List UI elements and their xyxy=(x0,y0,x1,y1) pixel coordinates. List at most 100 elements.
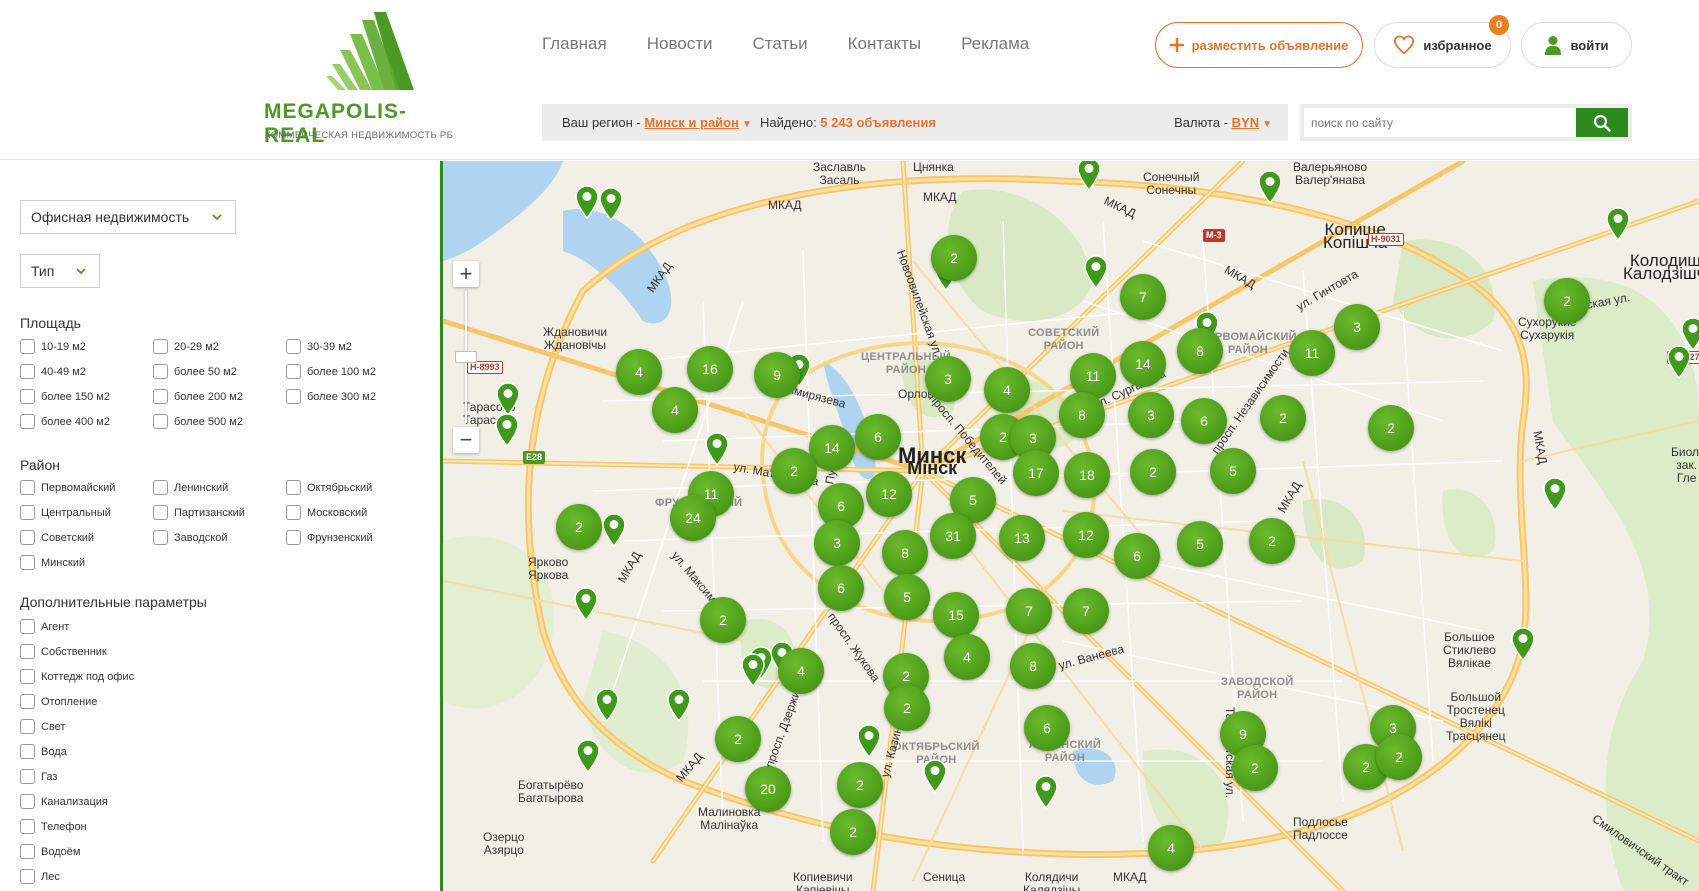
listing-cluster[interactable]: 2 xyxy=(1544,278,1590,324)
listing-cluster[interactable]: 14 xyxy=(1120,341,1166,387)
listing-cluster[interactable]: 15 xyxy=(933,592,979,638)
map-pin-icon[interactable] xyxy=(1084,255,1108,290)
nav-home[interactable]: Главная xyxy=(542,34,607,54)
checkbox[interactable] xyxy=(153,505,168,520)
checkbox[interactable] xyxy=(20,694,35,709)
district-option[interactable]: Советский xyxy=(20,530,94,545)
checkbox[interactable] xyxy=(20,505,35,520)
checkbox[interactable] xyxy=(153,414,168,429)
post-ad-button[interactable]: разместить объявление xyxy=(1155,22,1363,68)
login-button[interactable]: войти xyxy=(1521,22,1632,68)
checkbox[interactable] xyxy=(20,364,35,379)
listings-map[interactable]: МКАД МКАД МКАД МКАД МКАД МКАД МКАД МКАД МКАД МКАД… xyxy=(443,161,1699,891)
district-option[interactable]: Партизанский xyxy=(153,505,245,520)
listing-cluster[interactable]: 6 xyxy=(1181,398,1227,444)
listing-cluster[interactable]: 5 xyxy=(1210,448,1256,494)
district-option[interactable]: Заводской xyxy=(153,530,227,545)
area-option[interactable]: 20-29 м2 xyxy=(153,339,219,354)
listing-cluster[interactable]: 2 xyxy=(700,597,746,643)
listing-cluster[interactable]: 2 xyxy=(884,685,930,731)
area-option[interactable]: 40-49 м2 xyxy=(20,364,86,379)
listing-cluster[interactable]: 2 xyxy=(931,235,977,281)
nav-contacts[interactable]: Контакты xyxy=(848,34,921,54)
listing-cluster[interactable]: 6 xyxy=(818,565,864,611)
extra-option[interactable]: Телефон xyxy=(20,819,87,834)
map-pin-icon[interactable] xyxy=(923,759,947,794)
currency-selector[interactable]: Валюта - BYN ▼ xyxy=(1174,115,1272,130)
listing-cluster[interactable]: 5 xyxy=(884,574,930,620)
listing-cluster[interactable]: 12 xyxy=(1063,512,1109,558)
listing-cluster[interactable]: 20 xyxy=(745,766,791,812)
listing-cluster[interactable]: 2 xyxy=(1368,405,1414,451)
checkbox[interactable] xyxy=(20,480,35,495)
listing-cluster[interactable]: 2 xyxy=(837,762,883,808)
map-pin-icon[interactable] xyxy=(576,739,600,774)
checkbox[interactable] xyxy=(20,744,35,759)
listing-cluster[interactable]: 4 xyxy=(944,634,990,680)
checkbox[interactable] xyxy=(20,719,35,734)
map-pin-icon[interactable] xyxy=(1511,627,1535,662)
listing-cluster[interactable]: 3 xyxy=(1334,304,1380,350)
currency-link[interactable]: BYN xyxy=(1232,115,1259,130)
district-option[interactable]: Московский xyxy=(286,505,367,520)
checkbox[interactable] xyxy=(20,644,35,659)
checkbox[interactable] xyxy=(20,869,35,884)
listing-cluster[interactable]: 4 xyxy=(778,648,824,694)
map-pin-icon[interactable] xyxy=(741,653,765,688)
extra-option[interactable]: Вода xyxy=(20,744,67,759)
district-option[interactable]: Центральный xyxy=(20,505,111,520)
checkbox[interactable] xyxy=(20,794,35,809)
map-pin-icon[interactable] xyxy=(1606,207,1630,242)
checkbox[interactable] xyxy=(286,505,301,520)
listing-cluster[interactable]: 24 xyxy=(670,495,716,541)
map-pin-icon[interactable] xyxy=(1034,775,1058,810)
map-pin-icon[interactable] xyxy=(1258,170,1282,205)
checkbox[interactable] xyxy=(20,555,35,570)
zoom-slider-thumb[interactable] xyxy=(455,351,477,363)
favorites-button[interactable]: избранное 0 xyxy=(1374,15,1511,68)
site-logo[interactable]: MEGAPOLIS-REAL КОММЕРЧЕСКАЯ НЕДВИЖИМОСТЬ… xyxy=(264,12,464,147)
listing-cluster[interactable]: 3 xyxy=(814,520,860,566)
region-selector[interactable]: Ваш регион - Минск и район ▼ xyxy=(562,115,752,130)
listing-cluster[interactable]: 3 xyxy=(1128,392,1174,438)
district-option[interactable]: Фрунзенский xyxy=(286,530,373,545)
listing-cluster[interactable]: 8 xyxy=(1010,643,1056,689)
checkbox[interactable] xyxy=(153,480,168,495)
map-pin-icon[interactable] xyxy=(575,185,599,220)
listing-cluster[interactable]: 6 xyxy=(855,414,901,460)
checkbox[interactable] xyxy=(286,364,301,379)
area-option[interactable]: более 200 м2 xyxy=(153,389,243,404)
zoom-out-button[interactable]: − xyxy=(453,427,479,453)
listing-cluster[interactable]: 9 xyxy=(754,352,800,398)
listing-cluster[interactable]: 2 xyxy=(830,809,876,855)
checkbox[interactable] xyxy=(286,480,301,495)
listing-cluster[interactable]: 6 xyxy=(1114,533,1160,579)
extra-option[interactable]: Агент xyxy=(20,619,69,634)
district-option[interactable]: Минский xyxy=(20,555,85,570)
listing-cluster[interactable]: 11 xyxy=(1289,330,1335,376)
area-option[interactable]: 10-19 м2 xyxy=(20,339,86,354)
zoom-slider[interactable] xyxy=(453,287,479,427)
checkbox[interactable] xyxy=(20,530,35,545)
area-option[interactable]: более 150 м2 xyxy=(20,389,110,404)
listing-cluster[interactable]: 7 xyxy=(1006,588,1052,634)
listing-cluster[interactable]: 2 xyxy=(556,504,602,550)
listing-cluster[interactable]: 2 xyxy=(1260,395,1306,441)
listing-cluster[interactable]: 4 xyxy=(616,349,662,395)
nav-news[interactable]: Новости xyxy=(647,34,713,54)
checkbox[interactable] xyxy=(20,389,35,404)
checkbox[interactable] xyxy=(286,339,301,354)
listing-cluster[interactable]: 12 xyxy=(866,471,912,517)
nav-articles[interactable]: Статьи xyxy=(753,34,808,54)
extra-option[interactable]: Отопление xyxy=(20,694,97,709)
checkbox[interactable] xyxy=(20,769,35,784)
listing-cluster[interactable]: 7 xyxy=(1063,588,1109,634)
listing-cluster[interactable]: 3 xyxy=(925,356,971,402)
extra-option[interactable]: Собственник xyxy=(20,644,107,659)
checkbox[interactable] xyxy=(20,339,35,354)
search-button[interactable] xyxy=(1576,108,1628,137)
extra-option[interactable]: Канализация xyxy=(20,794,108,809)
listing-cluster[interactable]: 4 xyxy=(984,367,1030,413)
extra-option[interactable]: Лес xyxy=(20,869,60,884)
listing-cluster[interactable]: 31 xyxy=(930,513,976,559)
